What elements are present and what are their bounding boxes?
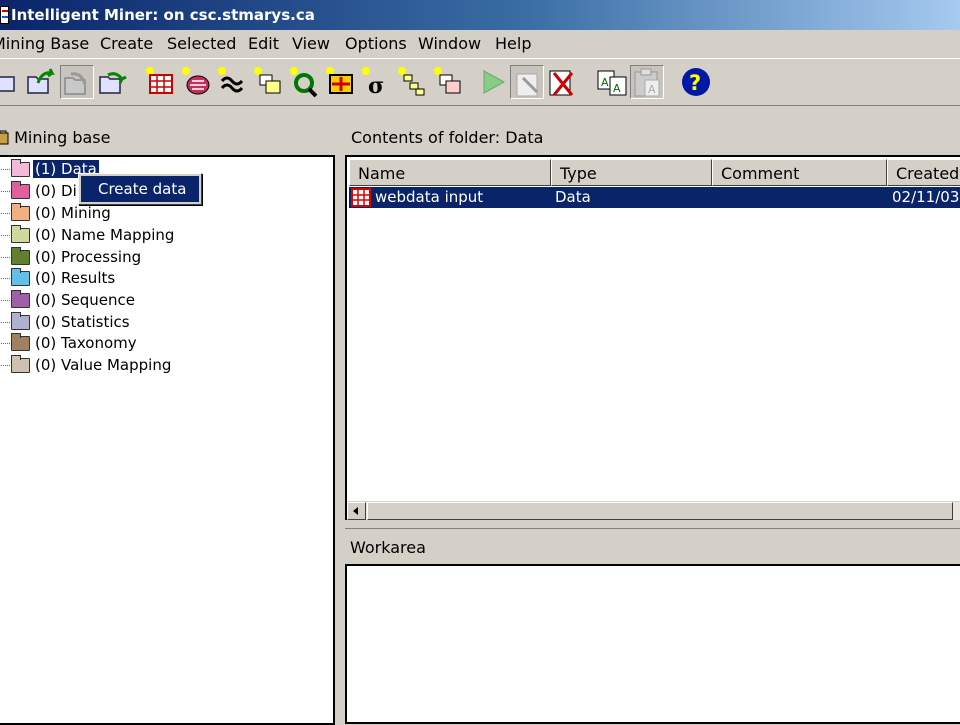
menu-selected[interactable]: Selected [167, 34, 236, 53]
new-processing-icon[interactable] [288, 65, 322, 99]
workarea-header: Workarea [345, 528, 960, 564]
tree-item-label: (0) Mining [35, 204, 111, 222]
tree-item-results[interactable]: (0) Results [0, 268, 328, 290]
edit-icon[interactable] [510, 65, 544, 99]
svg-text:A: A [601, 76, 609, 89]
menu-create[interactable]: Create [100, 34, 153, 53]
new-statistics-icon[interactable]: σ [360, 65, 394, 99]
workarea-panel[interactable] [345, 564, 960, 724]
folder-icon [11, 333, 30, 351]
folder-icon [11, 159, 30, 177]
menu-view[interactable]: View [292, 34, 330, 53]
tree-item-statistics[interactable]: (0) Statistics [0, 312, 328, 334]
title-bar: Intelligent Miner: on csc.stmarys.ca [0, 0, 960, 30]
new-taxonomy-icon[interactable] [396, 65, 430, 99]
tree-item-label: (0) Statistics [35, 313, 130, 331]
data-table-icon [351, 188, 371, 207]
menu-edit[interactable]: Edit [248, 34, 279, 53]
context-menu: Create data [78, 173, 202, 205]
help-icon[interactable]: ? [679, 65, 713, 99]
tree-item-value-mapping[interactable]: (0) Value Mapping [0, 355, 328, 377]
new-data-icon[interactable] [144, 65, 178, 99]
folder-icon [11, 268, 30, 286]
svg-text:A: A [648, 83, 656, 96]
tree-item-mining[interactable]: (0) Mining [0, 203, 328, 225]
tree-header: Mining base [0, 128, 110, 147]
export-folder-icon[interactable] [96, 65, 130, 99]
column-header-name[interactable]: Name [349, 159, 551, 186]
paste-icon[interactable]: A [630, 65, 664, 99]
contents-table[interactable]: Name Type Comment Created webdata input … [345, 155, 960, 520]
delete-icon[interactable] [546, 65, 580, 99]
folder-icon [11, 203, 30, 221]
menu-window[interactable]: Window [418, 34, 481, 53]
workarea-label: Workarea [350, 538, 426, 557]
mining-base-icon [0, 130, 9, 145]
tree-item-label: (0) Value Mapping [35, 356, 172, 374]
svg-text:?: ? [689, 71, 701, 95]
contents-header: Contents of folder: Data [351, 128, 544, 147]
mining-base-tree[interactable]: (1) Data (0) Di (0) Mining (0) Name Mapp… [0, 155, 335, 725]
menu-options[interactable]: Options [345, 34, 407, 53]
column-header-created[interactable]: Created [887, 159, 960, 186]
folder-icon [11, 247, 30, 265]
tree-item-label: (0) Di [35, 182, 77, 200]
new-name-mapping-icon[interactable] [252, 65, 286, 99]
new-results-icon[interactable] [324, 65, 358, 99]
tree-item-label: (0) Name Mapping [35, 226, 175, 244]
column-header-comment[interactable]: Comment [712, 159, 887, 186]
tree-header-label: Mining base [14, 128, 111, 147]
tree-item-name-mapping[interactable]: (0) Name Mapping [0, 225, 328, 247]
folder-icon [11, 181, 30, 199]
scroll-left-icon[interactable] [347, 502, 366, 520]
folder-icon [11, 225, 30, 243]
open-folder-icon[interactable] [0, 65, 20, 99]
toolbar: σ AA A ? [0, 58, 960, 106]
new-discovery-icon[interactable] [180, 65, 214, 99]
folder-icon [11, 312, 30, 330]
tree-item-label: (0) Taxonomy [35, 334, 137, 352]
tree-item-processing[interactable]: (0) Processing [0, 247, 328, 269]
cell-name: webdata input [375, 188, 484, 206]
tree-item-taxonomy[interactable]: (0) Taxonomy [0, 333, 328, 355]
folder-icon [11, 290, 30, 308]
new-value-mapping-icon[interactable] [432, 65, 466, 99]
copy-icon[interactable]: AA [596, 65, 630, 99]
forward-folder-icon[interactable] [24, 65, 58, 99]
tree-item-label: (0) Processing [35, 248, 142, 266]
run-icon[interactable] [476, 65, 510, 99]
tree-item-sequence[interactable]: (0) Sequence [0, 290, 328, 312]
menu-mining-base[interactable]: Mining Base [0, 34, 89, 53]
tree-item-label: (0) Sequence [35, 291, 136, 309]
column-header-type[interactable]: Type [551, 159, 712, 186]
horizontal-scrollbar[interactable] [347, 501, 960, 520]
window-title: Intelligent Miner: on csc.stmarys.ca [11, 6, 315, 24]
cell-type: Data [555, 188, 591, 206]
back-folder-icon[interactable] [60, 65, 94, 99]
menu-help[interactable]: Help [495, 34, 531, 53]
scroll-thumb[interactable] [367, 502, 953, 520]
create-data-menu-item[interactable]: Create data [81, 176, 199, 202]
svg-text:σ: σ [368, 73, 384, 99]
menu-bar: Mining Base Create Selected Edit View Op… [0, 30, 960, 58]
folder-icon [11, 355, 30, 373]
svg-text:A: A [613, 82, 621, 95]
table-row[interactable]: webdata input Data 02/11/03 [349, 187, 960, 208]
new-mining-icon[interactable] [216, 65, 250, 99]
cell-created: 02/11/03 [892, 188, 960, 206]
tree-item-label: (0) Results [35, 269, 116, 287]
app-icon [0, 6, 9, 24]
